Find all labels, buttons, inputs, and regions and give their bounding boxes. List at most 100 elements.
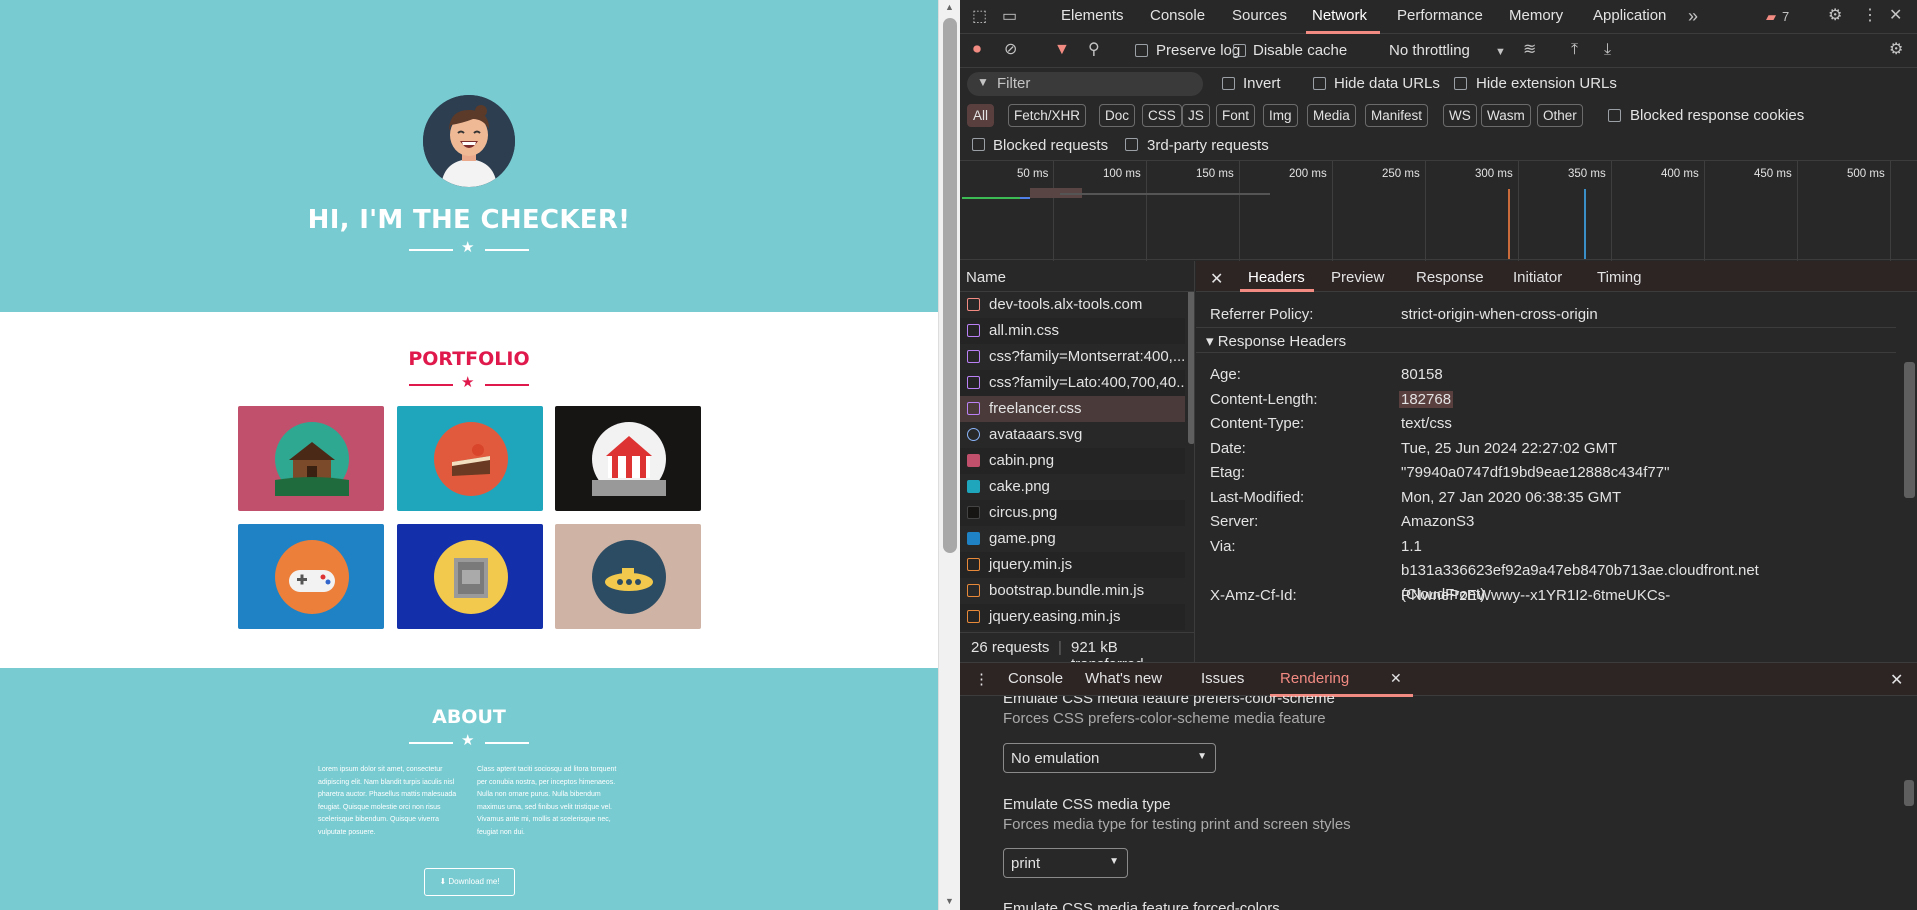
headers-scrollbar[interactable]	[1902, 300, 1916, 662]
more-options-icon[interactable]: ⋮	[1862, 7, 1878, 25]
type-filter-js[interactable]: JS	[1182, 104, 1210, 127]
tab-initiator[interactable]: Initiator	[1513, 269, 1562, 286]
export-har-icon[interactable]: ⤓	[1604, 41, 1611, 59]
filter-input[interactable]: ▼ Filter	[967, 72, 1203, 96]
type-filter-font[interactable]: Font	[1216, 104, 1256, 127]
filter-placeholder: Filter	[997, 75, 1031, 92]
request-row[interactable]: css?family=Montserrat:400,...	[960, 344, 1185, 370]
portfolio-item-circus[interactable]	[555, 406, 701, 511]
dom-content-loaded-line	[1584, 189, 1586, 259]
request-row[interactable]: avataaars.svg	[960, 422, 1185, 448]
type-filter-css[interactable]: CSS	[1142, 104, 1182, 127]
header-value: "79940a0747df19bd9eae12888c434f77"	[1401, 464, 1670, 481]
tab-response[interactable]: Response	[1416, 269, 1484, 286]
request-row[interactable]: jquery.easing.min.js	[960, 604, 1185, 630]
request-list-scrollbar[interactable]	[1186, 292, 1194, 630]
page-scrollbar[interactable]: ▲ ▼	[938, 0, 960, 910]
blocked-cookies-label: Blocked response cookies	[1630, 107, 1805, 124]
import-har-icon[interactable]: ⤒	[1571, 41, 1578, 59]
drawer-tab-rendering[interactable]: Rendering	[1280, 670, 1349, 687]
scroll-down-arrow-icon[interactable]: ▼	[945, 896, 954, 906]
tab-memory[interactable]: Memory	[1509, 7, 1563, 24]
blocked-requests-checkbox[interactable]	[972, 138, 985, 151]
clear-icon[interactable]: ⊘	[1004, 41, 1017, 59]
third-party-checkbox[interactable]	[1125, 138, 1138, 151]
request-row-selected[interactable]: freelancer.css	[960, 396, 1185, 422]
request-row[interactable]: bootstrap.bundle.min.js	[960, 578, 1185, 604]
tab-performance[interactable]: Performance	[1397, 7, 1483, 24]
request-row[interactable]: cabin.png	[960, 448, 1185, 474]
request-row[interactable]: jquery.min.js	[960, 552, 1185, 578]
network-overview-timeline[interactable]: 50 ms 100 ms 150 ms 200 ms 250 ms 300 ms…	[960, 160, 1917, 261]
tab-sources[interactable]: Sources	[1232, 7, 1287, 24]
download-button[interactable]: ⬇ Download me!	[424, 868, 515, 896]
media-type-select[interactable]: print ▼	[1003, 848, 1128, 878]
request-row[interactable]: circus.png	[960, 500, 1185, 526]
issues-count[interactable]: 7	[1782, 8, 1789, 26]
request-row[interactable]: cake.png	[960, 474, 1185, 500]
portfolio-item-safe[interactable]	[397, 524, 543, 629]
portfolio-item-game[interactable]	[238, 524, 384, 629]
request-list-scrollbar-thumb[interactable]	[1188, 292, 1194, 444]
search-icon[interactable]: ⚲	[1088, 41, 1100, 59]
type-filter-other[interactable]: Other	[1537, 104, 1583, 127]
portfolio-item-cabin[interactable]	[238, 406, 384, 511]
chevron-down-icon[interactable]: ▼	[1495, 43, 1506, 61]
tab-preview[interactable]: Preview	[1331, 269, 1384, 286]
close-devtools-icon[interactable]: ✕	[1889, 7, 1902, 25]
type-filter-all[interactable]: All	[967, 104, 995, 127]
inspect-element-icon[interactable]: ⬚	[972, 8, 987, 26]
drawer-tab-whats-new[interactable]: What's new	[1085, 670, 1162, 687]
drawer-tab-console[interactable]: Console	[1008, 670, 1063, 687]
request-row[interactable]: all.min.css	[960, 318, 1185, 344]
type-filter-media[interactable]: Media	[1307, 104, 1356, 127]
hide-extension-urls-checkbox[interactable]	[1454, 77, 1467, 90]
more-tabs-icon[interactable]: »	[1688, 7, 1698, 25]
rendering-scrollbar-thumb[interactable]	[1904, 780, 1914, 806]
tab-application[interactable]: Application	[1593, 7, 1666, 24]
page-scrollbar-thumb[interactable]	[943, 18, 957, 553]
request-row[interactable]: css?family=Lato:400,700,40...	[960, 370, 1185, 396]
network-toolbar: ⏺ ⊘ ▼ ⚲ Preserve log Disable cache No th…	[960, 34, 1917, 68]
type-filter-img[interactable]: Img	[1263, 104, 1298, 127]
avatar-illustration	[423, 95, 515, 187]
name-column-header[interactable]: Name	[960, 261, 1195, 292]
preserve-log-checkbox[interactable]	[1135, 44, 1148, 57]
throttling-select[interactable]: No throttling	[1389, 42, 1470, 59]
about-text-right: Class aptent taciti sociosqu ad litora t…	[477, 766, 617, 836]
request-row[interactable]: dev-tools.alx-tools.com	[960, 292, 1185, 318]
tab-console[interactable]: Console	[1150, 7, 1205, 24]
tab-elements[interactable]: Elements	[1061, 7, 1124, 24]
color-scheme-select[interactable]: No emulation ▼	[1003, 743, 1216, 773]
portfolio-item-cake[interactable]	[397, 406, 543, 511]
issues-icon[interactable]: ▰	[1766, 8, 1776, 26]
type-filter-ws[interactable]: WS	[1443, 104, 1477, 127]
network-conditions-icon[interactable]: ≋	[1523, 41, 1536, 59]
close-drawer-icon[interactable]: ✕	[1890, 670, 1903, 690]
blocked-cookies-checkbox[interactable]	[1608, 109, 1621, 122]
record-stop-icon[interactable]: ⏺	[973, 41, 981, 59]
tab-timing[interactable]: Timing	[1597, 269, 1641, 286]
type-filter-manifest[interactable]: Manifest	[1365, 104, 1429, 127]
tab-headers[interactable]: Headers	[1248, 269, 1305, 286]
hide-data-urls-checkbox[interactable]	[1313, 77, 1326, 90]
close-rendering-tab-icon[interactable]: ✕	[1390, 670, 1402, 687]
device-toolbar-icon[interactable]: ▭	[1002, 8, 1017, 26]
drawer-menu-icon[interactable]: ⋮	[974, 670, 989, 688]
type-filter-doc[interactable]: Doc	[1099, 104, 1136, 127]
disable-cache-checkbox[interactable]	[1233, 44, 1246, 57]
invert-checkbox[interactable]	[1222, 77, 1235, 90]
close-detail-icon[interactable]: ✕	[1210, 269, 1223, 289]
headers-scrollbar-thumb[interactable]	[1904, 362, 1915, 498]
type-filter-fetch-xhr[interactable]: Fetch/XHR	[1008, 104, 1087, 127]
response-headers-section[interactable]: ▾ Response Headers	[1196, 327, 1896, 353]
drawer-tab-issues[interactable]: Issues	[1201, 670, 1244, 687]
network-settings-icon[interactable]: ⚙	[1889, 41, 1903, 59]
settings-gear-icon[interactable]: ⚙	[1828, 7, 1842, 25]
filter-funnel-icon[interactable]: ▼	[1054, 41, 1070, 59]
portfolio-item-submarine[interactable]	[555, 524, 701, 629]
tab-network[interactable]: Network	[1312, 7, 1367, 24]
request-row[interactable]: game.png	[960, 526, 1185, 552]
type-filter-wasm[interactable]: Wasm	[1481, 104, 1531, 127]
scroll-up-arrow-icon[interactable]: ▲	[945, 2, 954, 12]
